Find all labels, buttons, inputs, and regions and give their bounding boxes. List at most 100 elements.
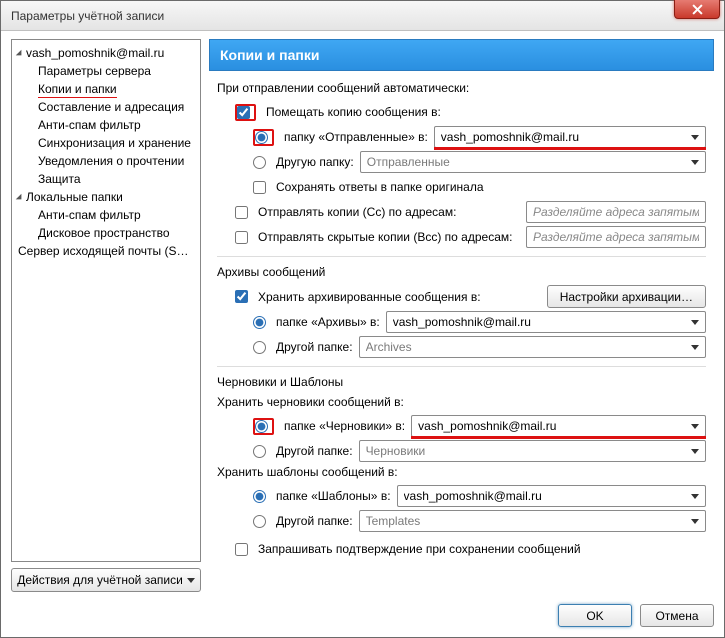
tree-item-smtp[interactable]: Сервер исходящей почты (S… bbox=[12, 242, 200, 260]
drafts-other-radio[interactable] bbox=[253, 445, 266, 458]
tree-account-header[interactable]: vash_pomoshnik@mail.ru bbox=[12, 44, 200, 62]
drafts-other-value: Черновики bbox=[366, 444, 691, 458]
place-copy-label: Помещать копию сообщения в: bbox=[266, 105, 441, 119]
account-actions-button[interactable]: Действия для учётной записи bbox=[11, 568, 201, 592]
templates-other-combo[interactable]: Templates bbox=[359, 510, 706, 532]
dropdown-icon bbox=[187, 578, 195, 583]
confirm-save-checkbox[interactable] bbox=[235, 543, 248, 556]
sent-other-value: Отправленные bbox=[367, 155, 691, 169]
highlight-underline bbox=[411, 436, 706, 439]
templates-account-combo[interactable]: vash_pomoshnik@mail.ru bbox=[397, 485, 706, 507]
sent-other-label: Другую папку: bbox=[276, 155, 354, 169]
sidebar: vash_pomoshnik@mail.ru Параметры сервера… bbox=[11, 39, 201, 592]
row-cc: Отправлять копии (Cc) по адресам: bbox=[217, 201, 706, 223]
save-replies-label: Сохранять ответы в папке оригинала bbox=[276, 180, 484, 194]
row-confirm-save: Запрашивать подтверждение при сохранении… bbox=[217, 538, 706, 560]
drafts-folder-radio[interactable] bbox=[255, 420, 268, 433]
titlebar: Параметры учётной записи bbox=[1, 1, 724, 31]
row-drafts-other: Другой папке: Черновики bbox=[217, 440, 706, 462]
bcc-input[interactable] bbox=[526, 226, 706, 248]
tree-item-security[interactable]: Защита bbox=[12, 170, 200, 188]
drafts-other-combo[interactable]: Черновики bbox=[359, 440, 706, 462]
cc-label: Отправлять копии (Cc) по адресам: bbox=[258, 205, 456, 219]
bcc-checkbox[interactable] bbox=[235, 231, 248, 244]
tree-item-copies[interactable]: Копии и папки bbox=[12, 80, 200, 98]
archive-folder-radio[interactable] bbox=[253, 316, 266, 329]
row-drafts-folder: папке «Черновики» в: vash_pomoshnik@mail… bbox=[217, 415, 706, 437]
drafts-other-label: Другой папке: bbox=[276, 444, 353, 458]
templates-account-value: vash_pomoshnik@mail.ru bbox=[404, 489, 691, 503]
tree-account-label: vash_pomoshnik@mail.ru bbox=[26, 46, 164, 60]
templates-header: Хранить шаблоны сообщений в: bbox=[217, 465, 706, 479]
archive-account-value: vash_pomoshnik@mail.ru bbox=[393, 315, 691, 329]
row-sent-folder: папку «Отправленные» в: vash_pomoshnik@m… bbox=[217, 126, 706, 148]
archive-settings-button[interactable]: Настройки архивации… bbox=[547, 285, 706, 308]
archive-folder-label: папке «Архивы» в: bbox=[276, 315, 380, 329]
expand-icon bbox=[16, 50, 24, 58]
dialog-content: vash_pomoshnik@mail.ru Параметры сервера… bbox=[1, 31, 724, 637]
row-keep-archives: Хранить архивированные сообщения в: Наст… bbox=[217, 285, 706, 308]
dialog-window: Параметры учётной записи vash_pomoshnik@… bbox=[0, 0, 725, 638]
sent-other-combo[interactable]: Отправленные bbox=[360, 151, 706, 173]
archive-other-value: Archives bbox=[366, 340, 691, 354]
dropdown-icon bbox=[691, 519, 699, 524]
tree-item-receipts[interactable]: Уведомления о прочтении bbox=[12, 152, 200, 170]
window-title: Параметры учётной записи bbox=[11, 9, 164, 23]
confirm-save-label: Запрашивать подтверждение при сохранении… bbox=[258, 542, 581, 556]
archive-other-radio[interactable] bbox=[253, 341, 266, 354]
tree-local-header[interactable]: Локальные папки bbox=[12, 188, 200, 206]
close-icon bbox=[692, 4, 703, 15]
highlight-box bbox=[253, 418, 274, 435]
account-tree[interactable]: vash_pomoshnik@mail.ru Параметры сервера… bbox=[11, 39, 201, 562]
cc-checkbox[interactable] bbox=[235, 206, 248, 219]
drafts-folder-label: папке «Черновики» в: bbox=[284, 419, 405, 433]
archive-other-combo[interactable]: Archives bbox=[359, 336, 706, 358]
separator bbox=[217, 366, 706, 367]
dropdown-icon bbox=[691, 160, 699, 165]
row-archive-other: Другой папке: Archives bbox=[217, 336, 706, 358]
archives-header: Архивы сообщений bbox=[217, 265, 706, 279]
cancel-button[interactable]: Отмена bbox=[640, 604, 714, 627]
archive-other-label: Другой папке: bbox=[276, 340, 353, 354]
templates-other-radio[interactable] bbox=[253, 515, 266, 528]
tree-item-server[interactable]: Параметры сервера bbox=[12, 62, 200, 80]
row-archive-folder: папке «Архивы» в: vash_pomoshnik@mail.ru bbox=[217, 311, 706, 333]
ok-button[interactable]: OK bbox=[558, 604, 632, 627]
sent-folder-radio[interactable] bbox=[255, 131, 268, 144]
keep-archives-label: Хранить архивированные сообщения в: bbox=[258, 290, 481, 304]
panel-title: Копии и папки bbox=[209, 39, 714, 71]
drafts-header: Хранить черновики сообщений в: bbox=[217, 395, 706, 409]
tree-item-sync[interactable]: Синхронизация и хранение bbox=[12, 134, 200, 152]
row-save-replies: Сохранять ответы в папке оригинала bbox=[217, 176, 706, 198]
tree-item-compose[interactable]: Составление и адресация bbox=[12, 98, 200, 116]
sent-account-combo[interactable]: vash_pomoshnik@mail.ru bbox=[434, 126, 706, 148]
save-replies-checkbox[interactable] bbox=[253, 181, 266, 194]
cc-input[interactable] bbox=[526, 201, 706, 223]
tree-item-local-disk[interactable]: Дисковое пространство bbox=[12, 224, 200, 242]
templates-folder-radio[interactable] bbox=[253, 490, 266, 503]
settings-panel: Копии и папки При отправлении сообщений … bbox=[209, 39, 714, 592]
drafts-account-combo[interactable]: vash_pomoshnik@mail.ru bbox=[411, 415, 706, 437]
drafts-templates-header: Черновики и Шаблоны bbox=[217, 375, 706, 389]
templates-folder-label: папке «Шаблоны» в: bbox=[276, 489, 391, 503]
dialog-footer: OK Отмена bbox=[11, 598, 714, 627]
close-button[interactable] bbox=[674, 0, 720, 19]
row-bcc: Отправлять скрытые копии (Bcc) по адреса… bbox=[217, 226, 706, 248]
dropdown-icon bbox=[691, 320, 699, 325]
dropdown-icon bbox=[691, 449, 699, 454]
sent-other-radio[interactable] bbox=[253, 156, 266, 169]
tree-item-antispam[interactable]: Анти-спам фильтр bbox=[12, 116, 200, 134]
templates-other-value: Templates bbox=[366, 514, 691, 528]
row-templates-folder: папке «Шаблоны» в: vash_pomoshnik@mail.r… bbox=[217, 485, 706, 507]
place-copy-checkbox[interactable] bbox=[237, 106, 250, 119]
row-place-copy: Помещать копию сообщения в: bbox=[217, 101, 706, 123]
main-row: vash_pomoshnik@mail.ru Параметры сервера… bbox=[11, 39, 714, 592]
tree-item-local-antispam[interactable]: Анти-спам фильтр bbox=[12, 206, 200, 224]
highlight-underline bbox=[434, 147, 706, 150]
separator bbox=[217, 256, 706, 257]
dropdown-icon bbox=[691, 345, 699, 350]
keep-archives-checkbox[interactable] bbox=[235, 290, 248, 303]
archive-account-combo[interactable]: vash_pomoshnik@mail.ru bbox=[386, 311, 706, 333]
sending-header: При отправлении сообщений автоматически: bbox=[217, 81, 706, 95]
bcc-label: Отправлять скрытые копии (Bcc) по адреса… bbox=[258, 230, 512, 244]
